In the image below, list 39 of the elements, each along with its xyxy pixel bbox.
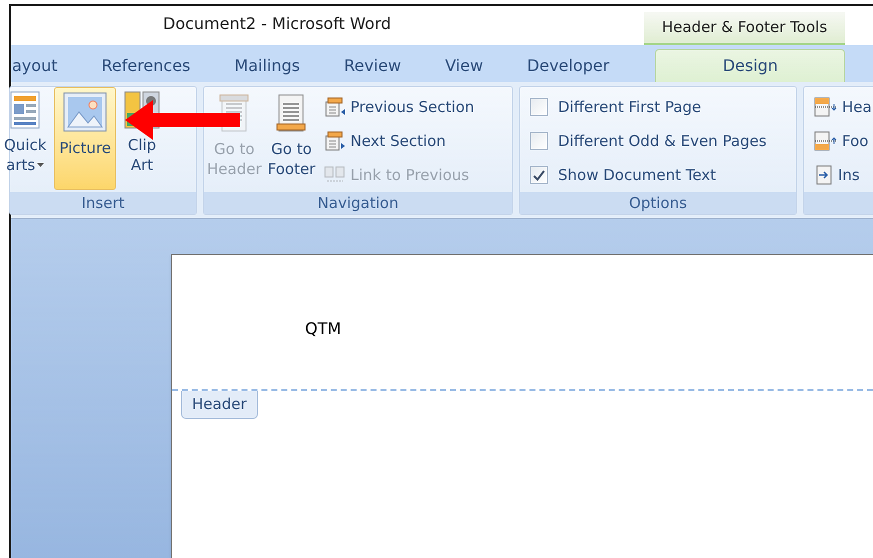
page-layout-icon [10,91,40,129]
window-title: Document2 - Microsoft Word [163,13,392,35]
ribbon-tab[interactable]: View [423,49,506,82]
checkbox[interactable] [530,132,548,150]
ribbon-button[interactable]: Quick arts [0,87,50,192]
checkbox-label: Different Odd & Even Pages [558,130,767,152]
header-position-icon [814,97,838,117]
group-label: Options [629,192,687,214]
group-label: Navigation [318,192,398,214]
link-icon [324,166,346,184]
checkbox[interactable] [530,166,548,184]
section-back-icon [324,97,346,117]
section-forward-icon [324,131,346,151]
header-tag: Header [181,391,258,418]
header-text: QTM [305,318,342,340]
ribbon-button[interactable]: Go to Footer [264,87,318,192]
checkbox-label: Different First Page [558,96,702,118]
insert-page-icon [814,165,834,185]
ribbon-tab[interactable]: Review [322,49,424,82]
ribbon-tab[interactable]: ayout [12,49,80,82]
group-label: Insert [81,192,125,214]
check-icon [533,170,545,180]
ribbon-button[interactable]: Picture [54,87,116,190]
ribbon-tab[interactable]: Developer [505,49,632,82]
checkbox-label: Show Document Text [558,164,716,186]
ribbon-button[interactable]: Previous Section [324,95,474,119]
landscape-image-icon [63,92,108,132]
contextual-tab-label: Header & Footer Tools [644,12,845,45]
ribbon-button[interactable]: Hea [814,95,872,119]
ribbon-tab[interactable]: Mailings [212,49,322,82]
caret-icon [37,163,44,167]
ribbon-button[interactable]: Ins [814,163,872,187]
ribbon-tab[interactable]: References [79,49,212,82]
footer-position-icon [814,131,838,151]
page-icon [275,93,308,133]
ribbon-button[interactable]: Next Section [324,129,474,153]
checkbox[interactable] [530,98,548,116]
ribbon-button[interactable]: Foo [814,129,872,153]
ribbon-tab[interactable]: Design [655,49,846,82]
